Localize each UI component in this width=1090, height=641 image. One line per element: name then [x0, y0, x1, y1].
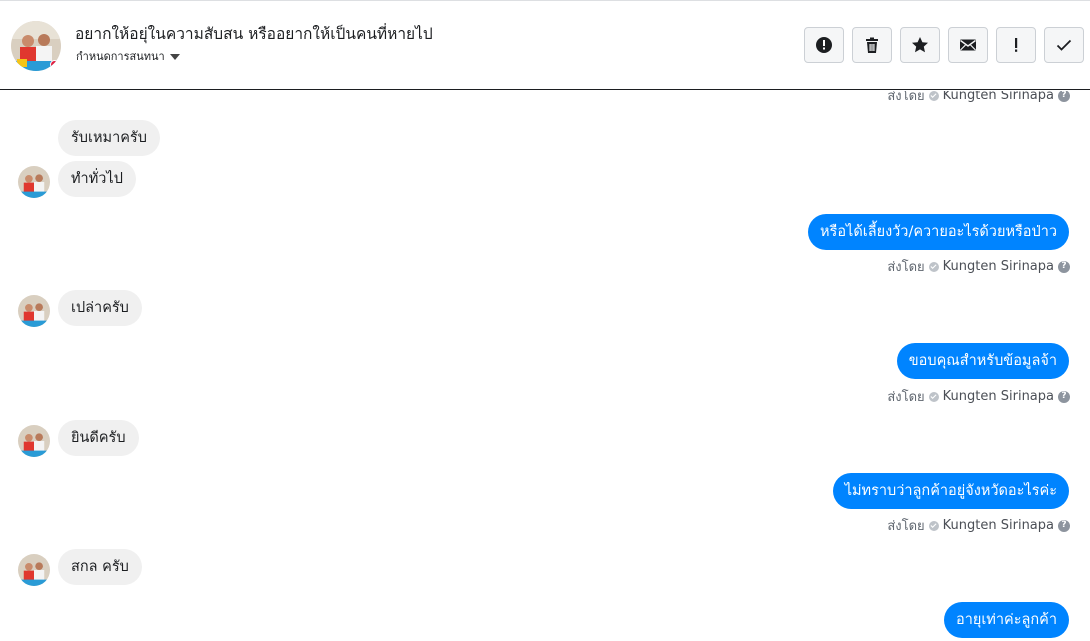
incoming-message[interactable]: รับเหมาครับ — [58, 120, 160, 156]
conversation-settings-dropdown[interactable]: กำหนดการสนทนา — [76, 47, 180, 65]
sent-by-meta: ส่งโดย Kungten Sirinapa ? — [887, 386, 1070, 407]
outgoing-message[interactable]: ขอบคุณสำหรับข้อมูลจ้า — [896, 343, 1069, 379]
exclamation-icon — [1015, 38, 1018, 52]
help-icon[interactable]: ? — [1058, 91, 1070, 102]
help-icon[interactable]: ? — [1058, 519, 1070, 532]
sent-by-prefix: ส่งโดย — [887, 91, 925, 104]
sent-by-meta: ส่งโดย Kungten Sirinapa ? — [887, 256, 1070, 277]
status-dot — [50, 60, 59, 69]
sender-name[interactable]: Kungten Sirinapa — [943, 91, 1054, 103]
contact-avatar-small[interactable] — [18, 425, 50, 457]
incoming-message[interactable]: สกล ครับ — [58, 549, 142, 585]
conversation-settings-label: กำหนดการสนทนา — [76, 50, 165, 63]
header-actions — [804, 27, 1084, 63]
incoming-message[interactable]: ยินดีครับ — [58, 420, 139, 456]
verified-icon — [928, 520, 939, 531]
sent-by-prefix: ส่งโดย — [887, 390, 925, 405]
delete-button[interactable] — [852, 27, 892, 63]
profile-photo — [18, 425, 50, 457]
verified-icon — [928, 261, 939, 272]
verified-icon — [928, 391, 939, 402]
contact-avatar[interactable] — [11, 21, 61, 71]
spam-button[interactable] — [996, 27, 1036, 63]
outgoing-message[interactable]: หรือได้เลี้ยงวัว/ควายอะไรด้วยหรือป่าว — [807, 214, 1069, 250]
envelope-icon — [960, 39, 976, 51]
outgoing-message[interactable]: อายุเท่าค่ะลูกค้า — [944, 602, 1069, 638]
mark-unread-button[interactable] — [948, 27, 988, 63]
report-button[interactable] — [804, 27, 844, 63]
trash-icon — [866, 37, 878, 53]
conversation-header: อยากให้อยุ่ในความสับสน หรืออยากให้เป็นคน… — [0, 0, 1090, 90]
exclamation-circle-icon — [816, 37, 832, 53]
contact-avatar-small[interactable] — [18, 166, 50, 198]
sender-name[interactable]: Kungten Sirinapa — [943, 518, 1054, 533]
sent-by-prefix: ส่งโดย — [887, 260, 925, 275]
sent-by-meta: ส่งโดย Kungten Sirinapa ? — [887, 515, 1070, 536]
conversation-title: อยากให้อยุ่ในความสับสน หรืออยากให้เป็นคน… — [75, 25, 433, 43]
outgoing-message[interactable]: ไม่ทราบว่าลูกค้าอยู่จังหวัดอะไรค่ะ — [832, 473, 1069, 509]
verified-icon — [928, 91, 939, 101]
sent-by-prefix: ส่งโดย — [887, 519, 925, 534]
help-icon[interactable]: ? — [1058, 260, 1070, 273]
incoming-message[interactable]: ทำทั่วไป — [58, 161, 136, 197]
profile-photo — [18, 554, 50, 586]
incoming-message[interactable]: เปล่าครับ — [58, 290, 142, 326]
message-thread[interactable]: ส่งโดย Kungten Sirinapa ? รับเหมาครับ ทำ… — [0, 91, 1090, 641]
contact-avatar-small[interactable] — [18, 554, 50, 586]
sender-name[interactable]: Kungten Sirinapa — [943, 259, 1054, 274]
caret-down-icon — [169, 53, 180, 60]
profile-photo — [18, 295, 50, 327]
sent-by-meta: ส่งโดย Kungten Sirinapa ? — [887, 91, 1070, 106]
profile-photo — [18, 166, 50, 198]
sender-name[interactable]: Kungten Sirinapa — [943, 389, 1054, 404]
contact-avatar-small[interactable] — [18, 295, 50, 327]
star-button[interactable] — [900, 27, 940, 63]
check-icon — [1056, 39, 1072, 51]
star-icon — [912, 37, 928, 53]
help-icon[interactable]: ? — [1058, 390, 1070, 403]
done-button[interactable] — [1044, 27, 1084, 63]
